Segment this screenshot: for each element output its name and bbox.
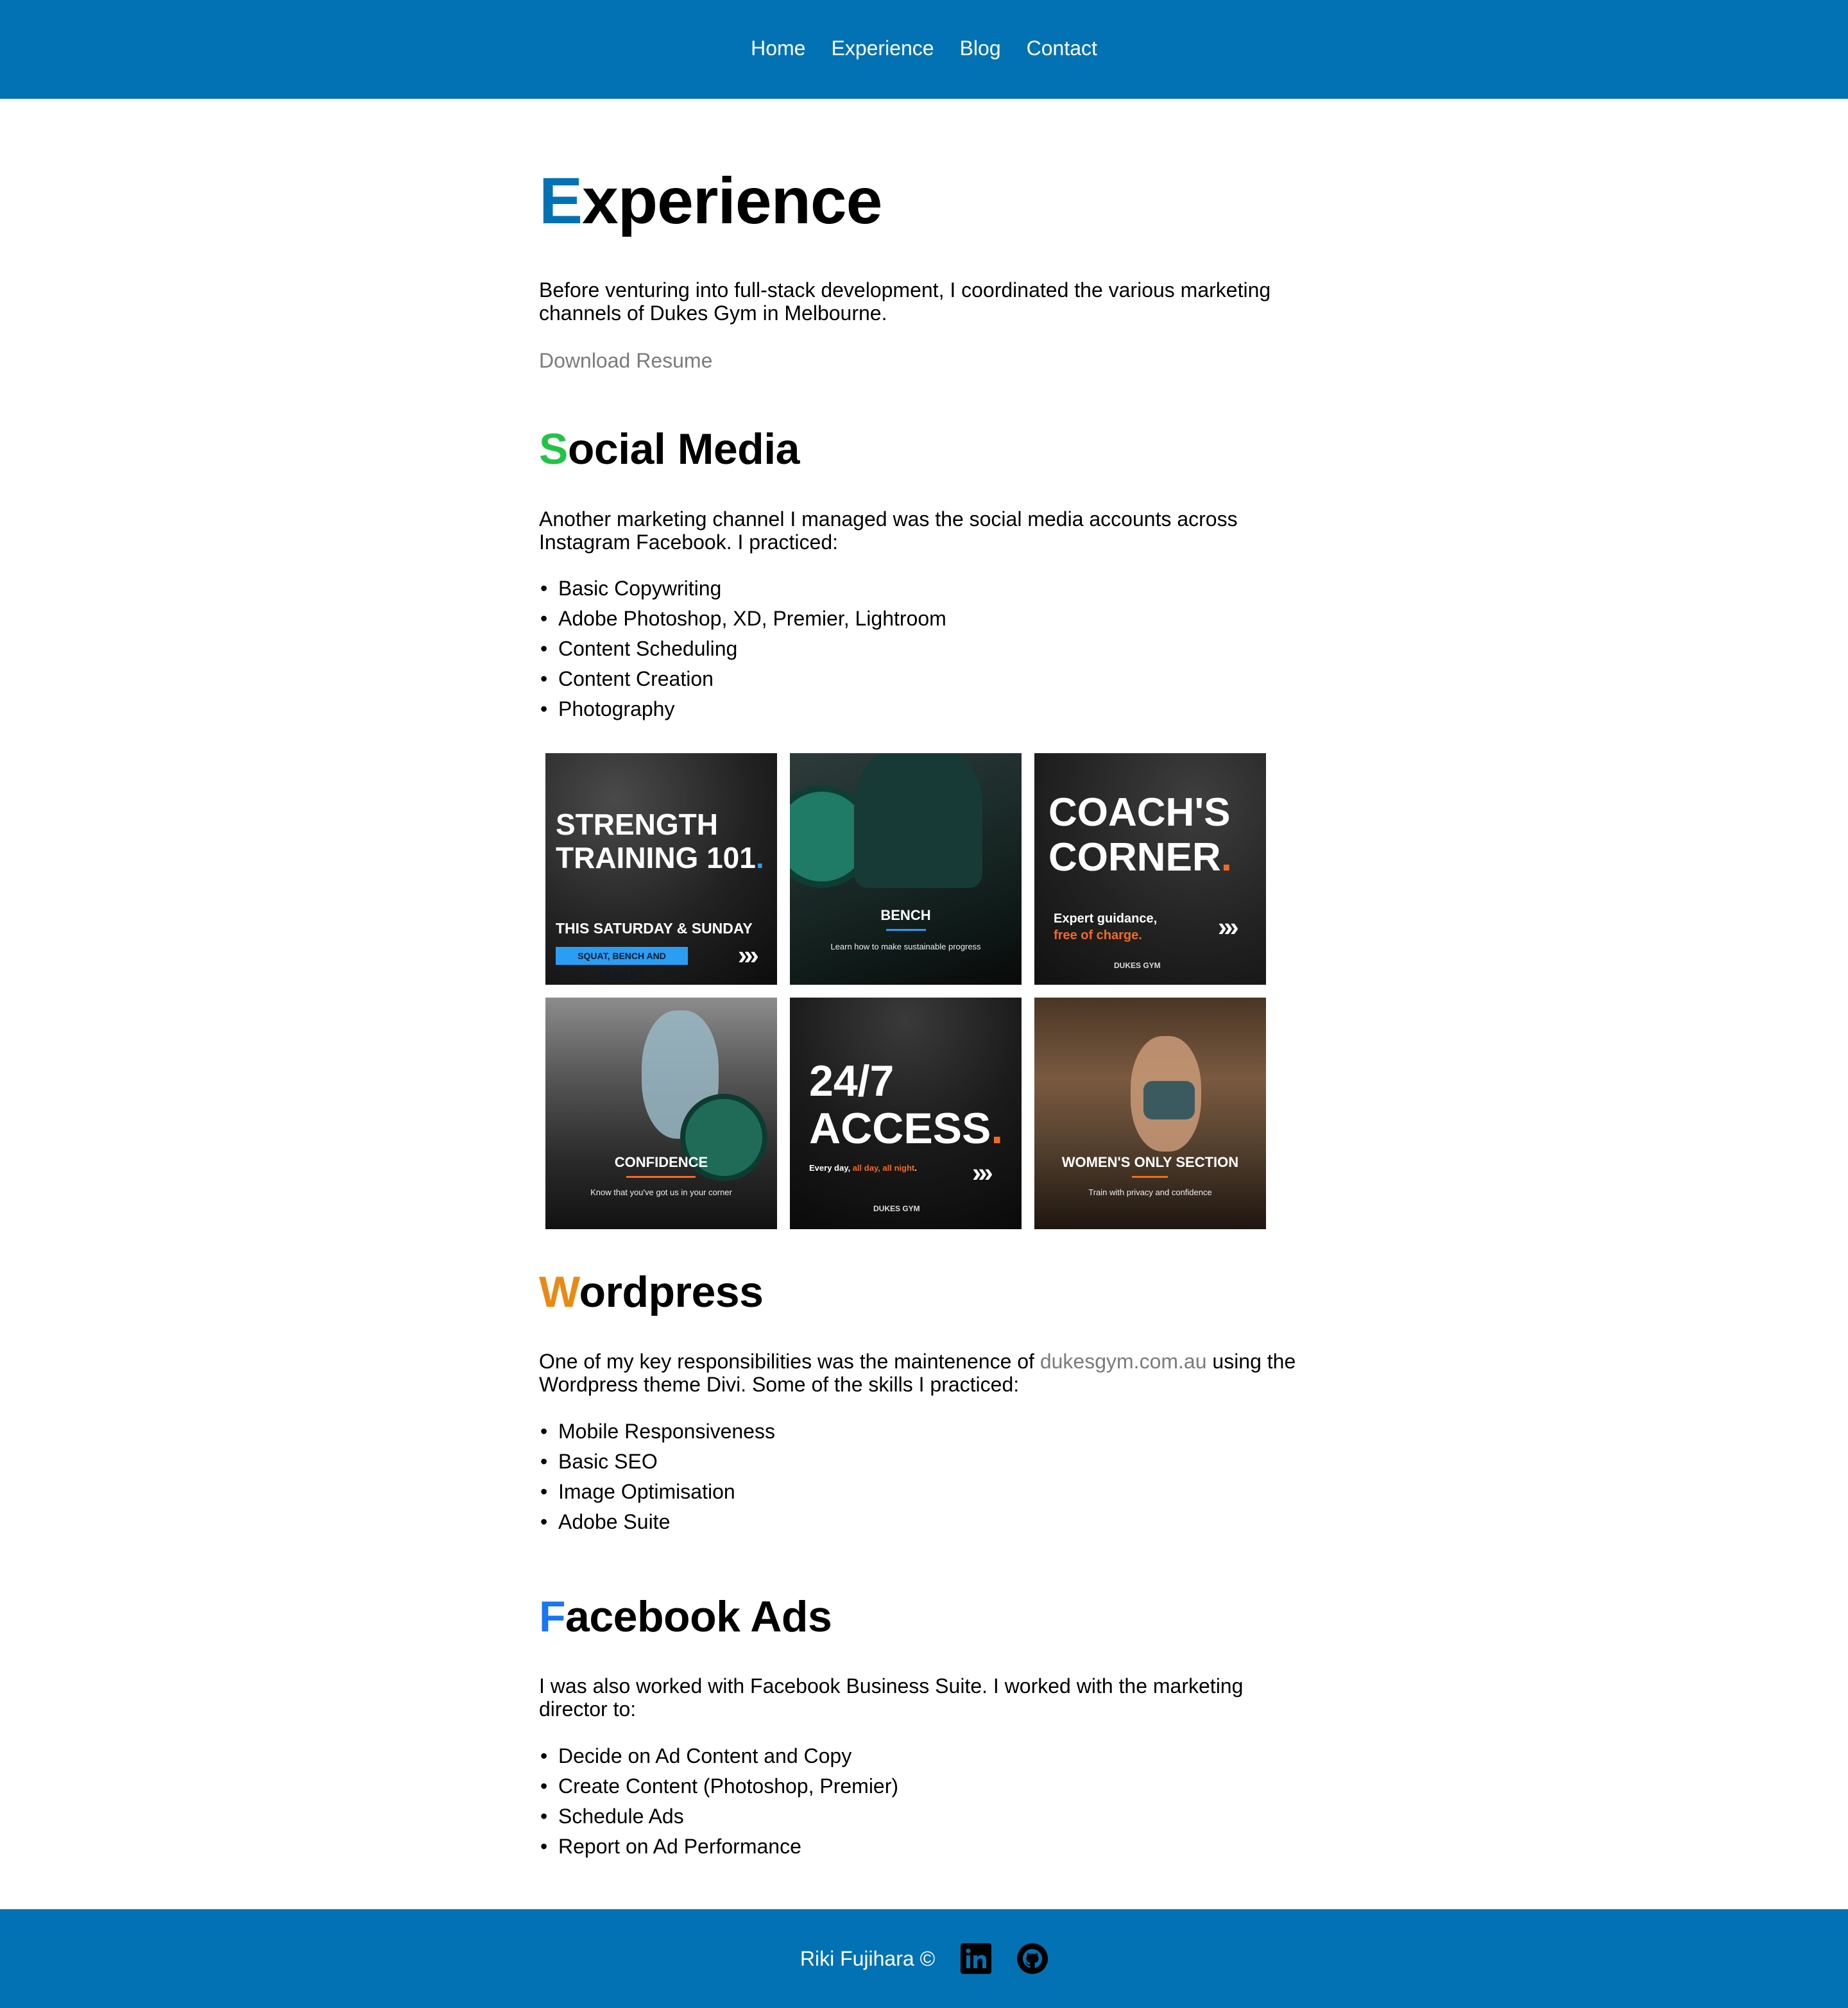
coaches-subtitle-2: free of charge. xyxy=(1054,928,1142,942)
coaches-title-accent: . xyxy=(1220,835,1232,880)
dukes-gym-logo: DUKES GYM xyxy=(873,1204,920,1213)
footer-copyright: Riki Fujihara © xyxy=(800,1946,936,1970)
list-item: Photography xyxy=(539,694,946,724)
bench-subtitle: Learn how to make sustainable progress xyxy=(830,942,981,951)
confidence-label: CONFIDENCE xyxy=(614,1154,708,1170)
social-media-heading-rest: ocial Media xyxy=(567,425,800,473)
linkedin-icon xyxy=(961,1943,992,1974)
strength-subtitle: THIS SATURDAY & SUNDAY xyxy=(556,920,753,937)
gallery-image-strength-training: STRENGTH TRAINING 101. THIS SATURDAY & S… xyxy=(545,753,777,985)
confidence-subtitle: Know that you've got us in your corner xyxy=(590,1187,732,1197)
gallery-image-coaches-corner: COACH'S CORNER. Expert guidance, free of… xyxy=(1034,753,1266,985)
chevron-right-icon: »» xyxy=(1218,912,1239,942)
access-title-line2: ACCESS xyxy=(809,1104,991,1153)
list-item: Adobe Suite xyxy=(539,1507,775,1537)
github-link[interactable] xyxy=(1017,1943,1048,1974)
list-item: Basic Copywriting xyxy=(539,574,946,604)
facebook-ads-heading-rest: acebook Ads xyxy=(565,1592,832,1641)
download-resume-link[interactable]: Download Resume xyxy=(539,349,712,372)
wordpress-skill-list: Mobile Responsiveness Basic SEO Image Op… xyxy=(539,1417,775,1537)
access-title-accent: . xyxy=(991,1104,1004,1153)
dukes-gym-logo: DUKES GYM xyxy=(1114,961,1161,970)
facebook-ads-skill-list: Decide on Ad Content and Copy Create Con… xyxy=(539,1741,898,1862)
list-item: Adobe Photoshop, XD, Premier, Lightroom xyxy=(539,604,946,634)
bench-label: BENCH xyxy=(880,907,931,923)
list-item: Basic SEO xyxy=(539,1447,775,1477)
site-footer: Riki Fujihara © xyxy=(0,1909,1848,2008)
gallery-image-confidence: CONFIDENCE Know that you've got us in yo… xyxy=(545,998,777,1229)
social-media-gallery: STRENGTH TRAINING 101. THIS SATURDAY & S… xyxy=(545,753,1278,1229)
page-title: Experience xyxy=(539,168,882,234)
wordpress-heading-rest: ordpress xyxy=(579,1268,764,1316)
facebook-ads-heading-initial: F xyxy=(539,1592,566,1641)
access-subtitle: Every day, all day, all night. xyxy=(809,1163,917,1173)
access-title-line1: 24/7 xyxy=(809,1057,894,1105)
chevron-right-icon: »» xyxy=(972,1157,993,1187)
nav-link-blog[interactable]: Blog xyxy=(960,37,1001,60)
list-item: Mobile Responsiveness xyxy=(539,1417,775,1447)
womens-section-label: WOMEN'S ONLY SECTION xyxy=(1061,1154,1239,1170)
strength-title-accent: . xyxy=(755,841,764,874)
main-nav: Home Experience Blog Contact xyxy=(751,37,1097,60)
list-item: Content Creation xyxy=(539,664,946,694)
top-navbar: Home Experience Blog Contact xyxy=(0,0,1848,99)
coaches-title-line2: CORNER xyxy=(1048,835,1221,880)
nav-link-experience[interactable]: Experience xyxy=(831,37,934,60)
list-item: Decide on Ad Content and Copy xyxy=(539,1741,898,1771)
social-media-heading: Social Media xyxy=(539,427,800,471)
list-item: Image Optimisation xyxy=(539,1477,775,1507)
facebook-ads-intro: I was also worked with Facebook Business… xyxy=(539,1674,1244,1721)
list-item: Report on Ad Performance xyxy=(539,1832,898,1862)
gallery-image-womens-section: WOMEN'S ONLY SECTION Train with privacy … xyxy=(1034,998,1266,1229)
strength-title-line2: TRAINING 101 xyxy=(556,841,756,874)
strength-tag: SQUAT, BENCH AND DEADLIFT xyxy=(556,947,688,979)
chevron-right-icon: »» xyxy=(738,940,759,970)
list-item: Schedule Ads xyxy=(539,1801,898,1832)
gallery-image-access: 24/7 ACCESS. Every day, all day, all nig… xyxy=(790,998,1022,1229)
wordpress-heading-initial: W xyxy=(539,1268,579,1316)
social-media-skill-list: Basic Copywriting Adobe Photoshop, XD, P… xyxy=(539,574,946,724)
page-title-rest: xperience xyxy=(582,164,882,237)
wordpress-heading: Wordpress xyxy=(539,1268,764,1316)
nav-link-home[interactable]: Home xyxy=(751,37,805,60)
facebook-ads-heading: Facebook Ads xyxy=(539,1595,832,1638)
list-item: Content Scheduling xyxy=(539,634,946,664)
coaches-subtitle-1: Expert guidance, xyxy=(1054,912,1158,926)
list-item: Create Content (Photoshop, Premier) xyxy=(539,1771,898,1801)
social-media-heading-initial: S xyxy=(539,425,568,473)
nav-link-contact[interactable]: Contact xyxy=(1027,37,1097,60)
social-media-intro: Another marketing channel I managed was … xyxy=(539,507,1238,554)
coaches-title-line1: COACH'S xyxy=(1048,790,1231,835)
dukesgym-link[interactable]: dukesgym.com.au xyxy=(1040,1350,1207,1373)
wordpress-intro: One of my key responsibilities was the m… xyxy=(539,1350,1296,1396)
github-icon xyxy=(1017,1943,1048,1974)
linkedin-link[interactable] xyxy=(961,1943,992,1974)
page-title-initial: E xyxy=(539,164,583,237)
womens-section-subtitle: Train with privacy and confidence xyxy=(1088,1187,1212,1197)
gallery-image-bench: BENCH Learn how to make sustainable prog… xyxy=(790,753,1022,985)
experience-intro: Before venturing into full-stack develop… xyxy=(539,278,1271,325)
strength-title-line1: STRENGTH xyxy=(556,808,718,841)
